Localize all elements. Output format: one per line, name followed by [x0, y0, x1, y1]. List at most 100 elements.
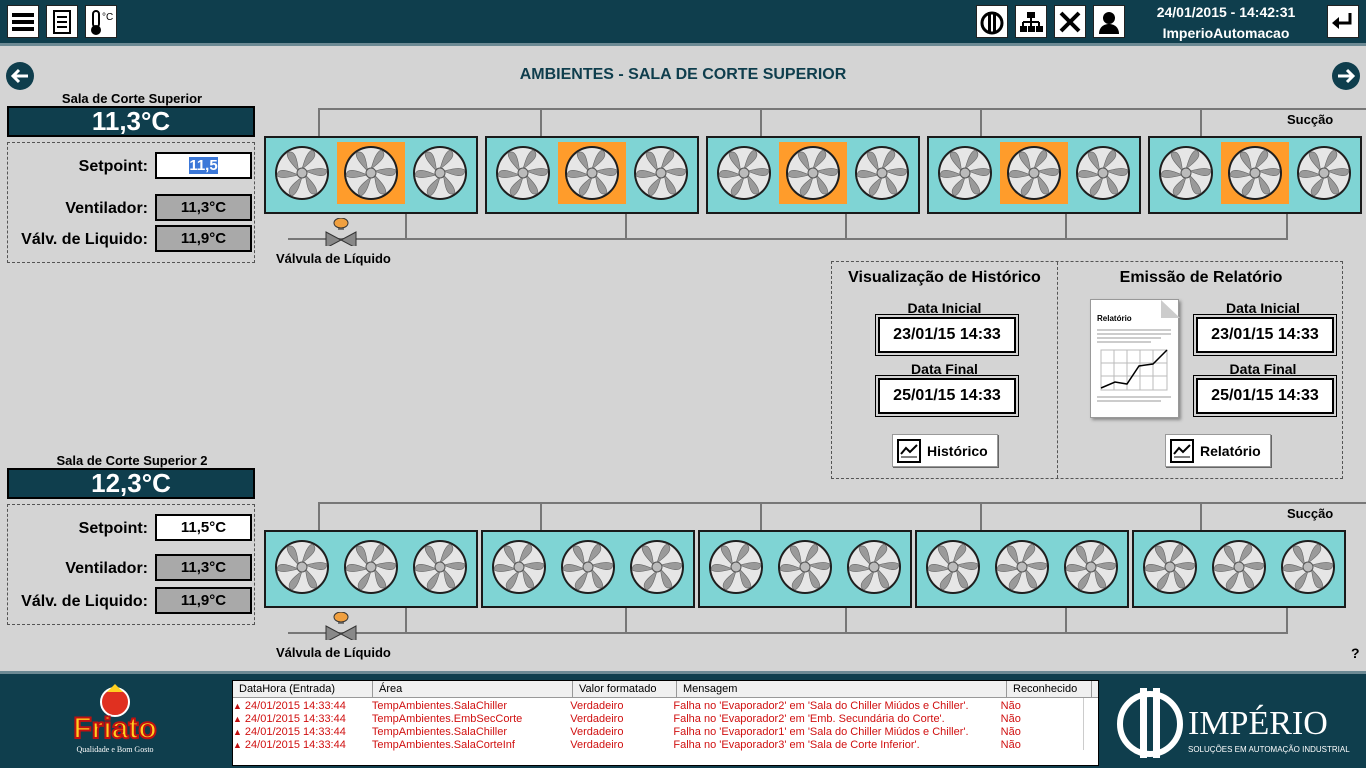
fan-icon [1228, 146, 1282, 200]
alarm-rows: ▲ 24/01/2015 14:33:44 TempAmbientes.SalaCh… [233, 698, 1084, 752]
table-cell: Verdadeiro [570, 726, 624, 738]
return-icon[interactable] [1327, 5, 1359, 38]
fan-label: Ventilador: [65, 200, 148, 217]
solenoid-valve-icon [325, 218, 357, 246]
liquid-drop [625, 214, 627, 238]
fan-icon [717, 146, 772, 200]
suction-drop [318, 108, 320, 136]
alarm-datetime: 24/01/2015 14:33:44 [244, 713, 346, 725]
report-icon[interactable] [46, 5, 78, 38]
table-cell: Falha no 'Evaporador3' em 'Sala de Corte… [673, 739, 920, 751]
fan-cell [405, 536, 474, 598]
thermometer-icon[interactable]: °C [85, 5, 117, 38]
fan-cell [1289, 142, 1358, 204]
table-row[interactable]: ▲ 24/01/2015 14:33:44 TempAmbientes.SalaCh… [233, 726, 1083, 739]
suction-drop [760, 502, 762, 530]
liquid-pipe [288, 238, 1288, 240]
menu-icon[interactable] [7, 5, 39, 38]
valve-caption: Válvula de Líquido [276, 645, 391, 660]
table-row[interactable]: ▲ 24/01/2015 14:33:44 TempAmbientes.SalaCh… [233, 700, 1083, 713]
suction-drop [980, 502, 982, 530]
fan-cell [557, 142, 627, 204]
alarm-table[interactable]: DataHora (Entrada) Área Valor formatado … [232, 680, 1099, 766]
suction-drop [980, 108, 982, 136]
setpoint-input[interactable]: 11,5 [155, 152, 252, 179]
fan-icon [926, 540, 981, 594]
fan-cell [554, 536, 623, 598]
column-header[interactable]: Valor formatado [573, 681, 677, 697]
table-cell: TempAmbientes.SalaCorteInf [371, 739, 515, 751]
svg-text:SOLUÇÕES EM AUTOMAÇÃO INDUSTRI: SOLUÇÕES EM AUTOMAÇÃO INDUSTRIAL [1188, 745, 1350, 754]
fan-cell [702, 536, 771, 598]
fan-cell [1152, 142, 1221, 204]
suction-label: Sucção [1287, 112, 1334, 127]
column-header[interactable]: Reconhecido [1007, 681, 1092, 697]
suction-drop [1200, 502, 1202, 530]
setpoint-label: Setpoint: [78, 158, 148, 175]
table-cell: Não [1000, 700, 1021, 712]
fan-icon [344, 146, 398, 200]
report-button-label: Relatório [1200, 442, 1261, 459]
evaporator-row-2 [264, 530, 1346, 608]
table-row[interactable]: ▲ 24/01/2015 14:33:44 TempAmbientes.EmbSec… [233, 713, 1083, 726]
page-title: AMBIENTES - SALA DE CORTE SUPERIOR [519, 66, 847, 83]
liquid-drop [1065, 214, 1067, 238]
table-cell: Verdadeiro [570, 739, 624, 751]
evaporator[interactable] [485, 136, 699, 214]
liquid-drop [845, 214, 847, 238]
report-button[interactable]: Relatório [1165, 434, 1271, 467]
column-header[interactable]: DataHora (Entrada) [233, 681, 373, 697]
suction-drop [540, 502, 542, 530]
next-page-button[interactable] [1332, 62, 1360, 90]
setpoint-input[interactable]: 11,5°C [155, 514, 252, 541]
evaporator[interactable] [481, 530, 695, 608]
alarm-bell-icon: ▲ [233, 714, 242, 724]
column-header[interactable]: Mensagem [677, 681, 1007, 697]
table-row[interactable]: ▲ 24/01/2015 14:33:44 TempAmbientes.SalaCo… [233, 739, 1083, 752]
network-icon[interactable] [1015, 5, 1047, 38]
table-cell: Verdadeiro [570, 700, 624, 712]
evaporator[interactable] [706, 136, 920, 214]
fan-cell [622, 536, 691, 598]
column-header[interactable]: Área [373, 681, 573, 697]
evaporator[interactable] [264, 136, 478, 214]
operator-icon[interactable] [1093, 5, 1125, 38]
history-button-label: Histórico [927, 442, 988, 459]
fan-icon [1075, 146, 1130, 200]
panel-divider [1057, 262, 1058, 478]
tools-icon[interactable] [1054, 5, 1086, 38]
help-button[interactable]: ? [1351, 645, 1360, 661]
report-end-date[interactable]: 25/01/15 14:33 [1193, 375, 1337, 417]
report-title: Emissão de Relatório [1119, 269, 1283, 286]
liquid-drop [625, 608, 627, 632]
alarm-table-header: DataHora (Entrada) Área Valor formatado … [233, 681, 1098, 698]
evaporator[interactable] [927, 136, 1141, 214]
alarm-bell-icon: ▲ [233, 740, 242, 750]
fan-icon [344, 540, 398, 594]
liquid-drop [845, 608, 847, 632]
suction-drop [760, 108, 762, 136]
evaporator[interactable] [698, 530, 912, 608]
imperio-logo-icon[interactable] [976, 5, 1008, 38]
evaporator[interactable] [1132, 530, 1346, 608]
fan-icon [633, 146, 688, 200]
fan-icon [709, 540, 764, 594]
fan-icon [492, 540, 547, 594]
history-end-label: Data Final [911, 361, 978, 377]
report-start-date[interactable]: 23/01/15 14:33 [1193, 314, 1337, 356]
history-start-date[interactable]: 23/01/15 14:33 [875, 314, 1019, 356]
evaporator[interactable] [1148, 136, 1362, 214]
solenoid-valve-icon [325, 612, 357, 640]
history-end-date[interactable]: 25/01/15 14:33 [875, 375, 1019, 417]
chart-icon [1170, 438, 1194, 463]
fan-cell [847, 142, 916, 204]
history-button[interactable]: Histórico [892, 434, 998, 467]
setpoint-label: Setpoint: [78, 520, 148, 537]
table-cell: TempAmbientes.EmbSecCorte [371, 713, 523, 725]
fan-cell [710, 142, 779, 204]
evaporator[interactable] [915, 530, 1129, 608]
fan-cell [268, 142, 337, 204]
previous-page-button[interactable] [6, 62, 34, 90]
fan-cell [1220, 142, 1290, 204]
evaporator[interactable] [264, 530, 478, 608]
